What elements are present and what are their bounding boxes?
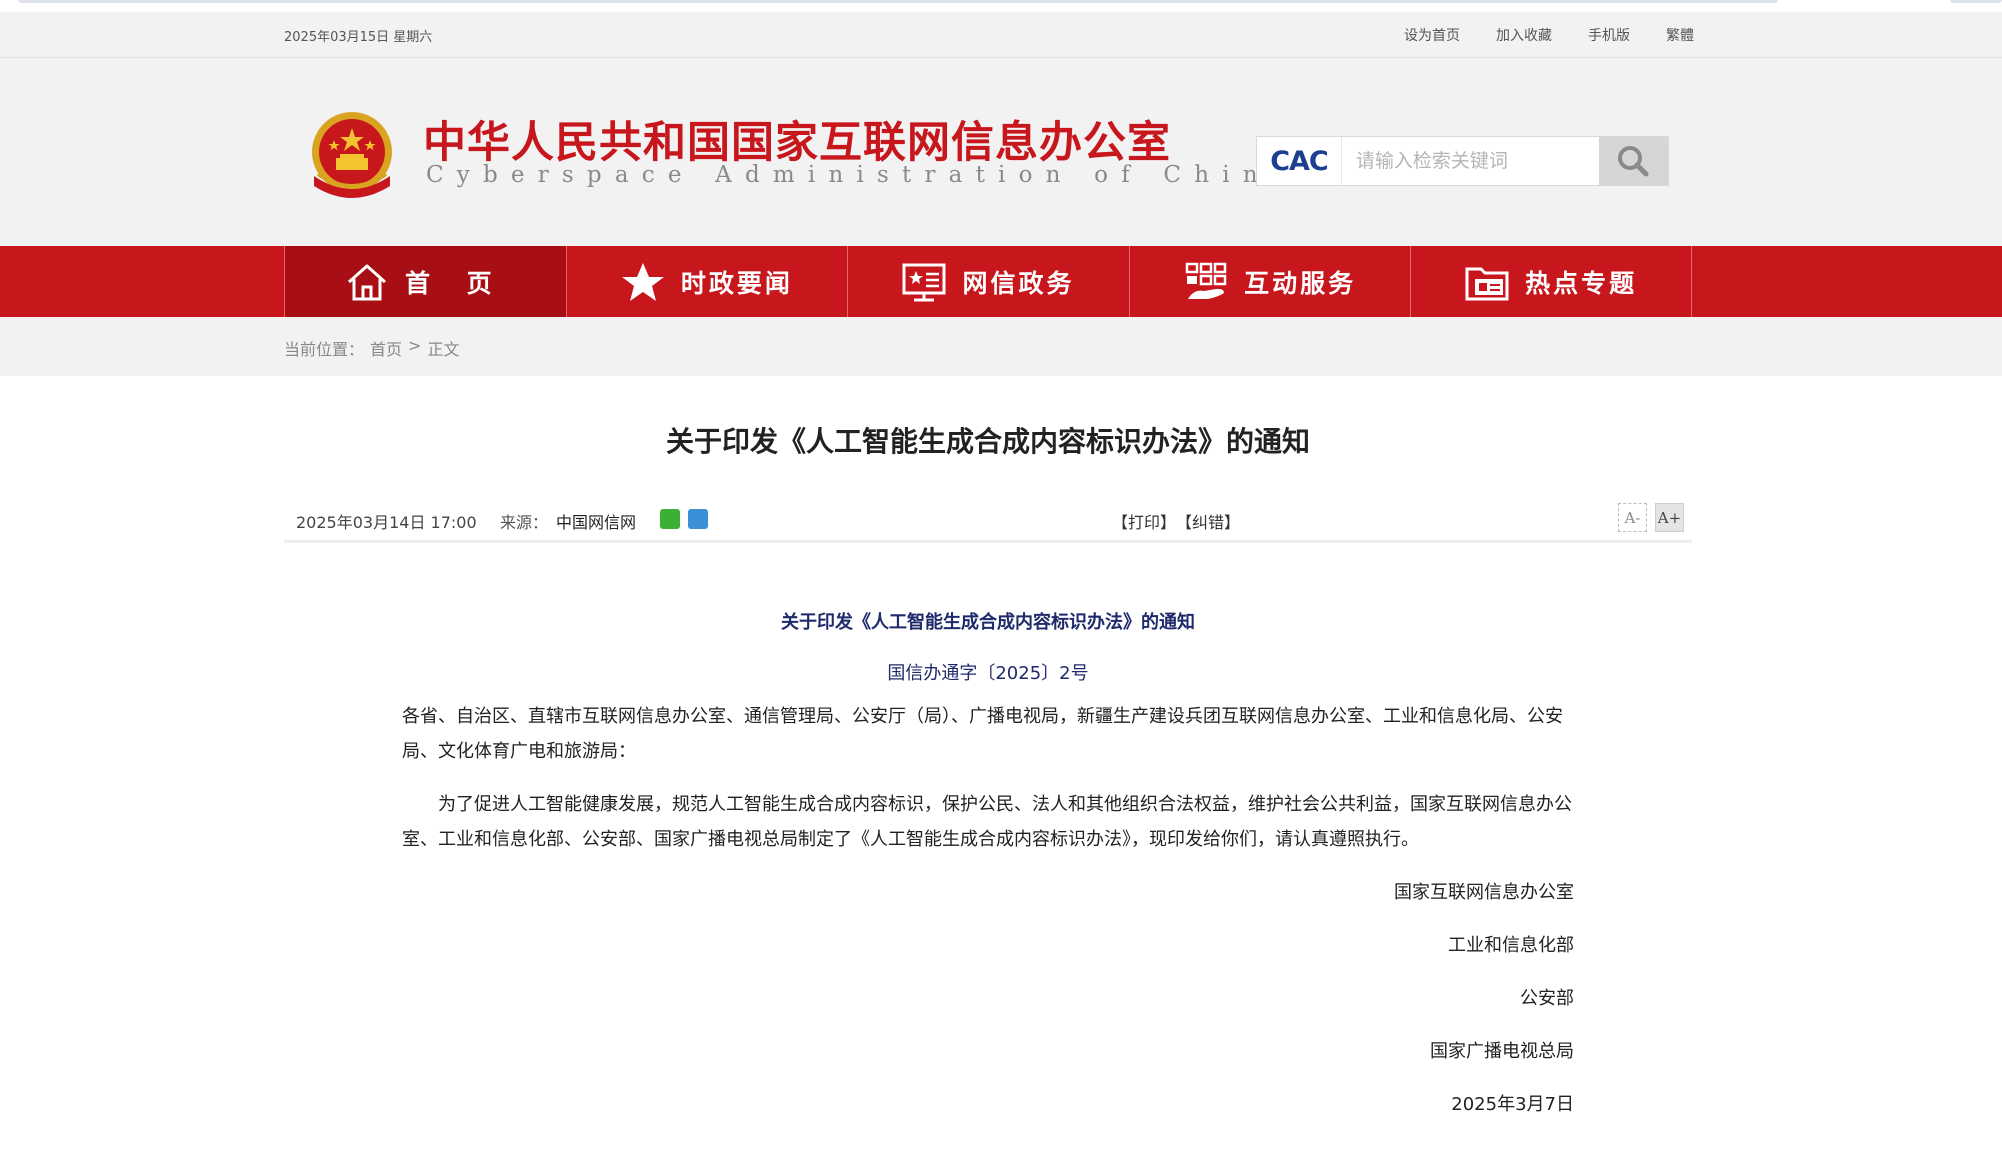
browser-top-strip xyxy=(0,0,2002,12)
article-title: 关于印发《人工智能生成合成内容标识办法》的通知 xyxy=(665,425,1310,458)
nav-item-affairs[interactable]: 网信政务 xyxy=(847,246,1129,317)
signatory-cac: 国家互联网信息办公室 xyxy=(1394,882,1574,903)
qzone-share-icon[interactable] xyxy=(688,509,708,529)
font-smaller-button[interactable]: A- xyxy=(1618,503,1647,532)
search-button[interactable] xyxy=(1598,137,1668,185)
search-icon xyxy=(1618,146,1649,177)
star-icon xyxy=(621,262,664,301)
mobile-version-link[interactable]: 手机版 xyxy=(1588,25,1630,45)
body-paragraph: 为了促进人工智能健康发展，规范人工智能生成合成内容标识，保护公民、法人和其他组织… xyxy=(402,794,1572,850)
breadcrumb: 当前位置： 首页 > 正文 xyxy=(284,336,459,360)
site-header: 中华人民共和国国家互联网信息办公室 Cyberspace Administrat… xyxy=(0,58,2002,246)
search-box: CAC xyxy=(1256,136,1669,186)
source-name: 中国网信网 xyxy=(556,513,637,532)
publish-time: 2025年03月14日 17:00 xyxy=(296,513,477,532)
current-date: 2025年03月15日 星期六 xyxy=(284,30,433,45)
nav-item-news[interactable]: 时政要闻 xyxy=(565,246,848,317)
nav-label-home: 首 页 xyxy=(404,268,506,298)
addressee-paragraph: 各省、自治区、直辖市互联网信息办公室、通信管理局、公安厅（局）、广播电视局，新疆… xyxy=(402,706,1563,762)
home-icon xyxy=(347,264,386,300)
cac-logo-text: CAC xyxy=(1270,145,1329,177)
breadcrumb-bar: 当前位置： 首页 > 正文 xyxy=(0,317,2002,376)
set-homepage-link[interactable]: 设为首页 xyxy=(1404,25,1460,45)
nav-label-affairs: 网信政务 xyxy=(962,268,1075,298)
document-number: 国信办通字〔2025〕2号 xyxy=(887,663,1089,684)
add-favorite-link[interactable]: 加入收藏 xyxy=(1496,25,1552,45)
search-input[interactable] xyxy=(1341,137,1599,185)
signatory-miit: 工业和信息化部 xyxy=(1448,935,1574,956)
source-label: 来源： xyxy=(500,513,549,532)
font-larger-button[interactable]: A+ xyxy=(1655,503,1684,532)
article-content: 关于印发《人工智能生成合成内容标识办法》的通知 国信办通字〔2025〕2号 各省… xyxy=(402,596,1574,1122)
font-size-controls: A- A+ xyxy=(1618,503,1684,532)
nav-item-topics[interactable]: 热点专题 xyxy=(1410,246,1692,317)
share-buttons xyxy=(660,509,708,529)
breadcrumb-separator: > xyxy=(408,336,422,355)
breadcrumb-current: 正文 xyxy=(427,340,460,359)
nav-label-news: 时政要闻 xyxy=(680,268,793,298)
nav-label-services: 互动服务 xyxy=(1244,268,1357,298)
signatory-nrta: 国家广播电视总局 xyxy=(1430,1041,1574,1062)
breadcrumb-label: 当前位置： xyxy=(284,340,365,359)
main-nav-items: 首 页 时政要闻 网信政务 互动服务 热点专题 xyxy=(284,246,1692,317)
nav-label-topics: 热点专题 xyxy=(1525,268,1638,298)
main-nav: 首 页 时政要闻 网信政务 互动服务 热点专题 xyxy=(0,246,2002,317)
utility-links: 设为首页 加入收藏 手机版 繁體 xyxy=(1404,25,1694,45)
breadcrumb-home-link[interactable]: 首页 xyxy=(370,336,402,360)
hand-grid-icon xyxy=(1185,262,1227,299)
article-meta-bar: 2025年03月14日 17:00 来源： 中国网信网 【打印】 【纠错】 A-… xyxy=(284,497,1692,543)
document-title: 关于印发《人工智能生成合成内容标识办法》的通知 xyxy=(781,612,1195,633)
article-tools: 【打印】 【纠错】 xyxy=(1112,509,1240,533)
folder-icon xyxy=(1465,267,1509,300)
browser-tab-strip xyxy=(18,0,1778,3)
correct-error-button[interactable]: 【纠错】 xyxy=(1176,509,1240,533)
nav-item-home[interactable]: 首 页 xyxy=(284,246,566,317)
national-emblem-logo[interactable] xyxy=(304,106,400,208)
print-button[interactable]: 【打印】 xyxy=(1112,509,1176,533)
document-date: 2025年3月7日 xyxy=(1451,1094,1574,1115)
site-title-en: Cyberspace Administration of China xyxy=(426,162,1298,188)
cac-search-logo: CAC xyxy=(1257,137,1342,185)
nav-item-services[interactable]: 互动服务 xyxy=(1128,246,1411,317)
top-utility-bar: 2025年03月15日 星期六 设为首页 加入收藏 手机版 繁體 xyxy=(0,12,2002,58)
signatory-mps: 公安部 xyxy=(1520,988,1574,1009)
browser-tab-strip-end xyxy=(1950,0,2002,3)
site-title-cn[interactable]: 中华人民共和国国家互联网信息办公室 xyxy=(423,108,1171,170)
traditional-chinese-link[interactable]: 繁體 xyxy=(1666,25,1694,45)
screen-star-icon xyxy=(902,263,946,301)
wechat-share-icon[interactable] xyxy=(660,509,680,529)
